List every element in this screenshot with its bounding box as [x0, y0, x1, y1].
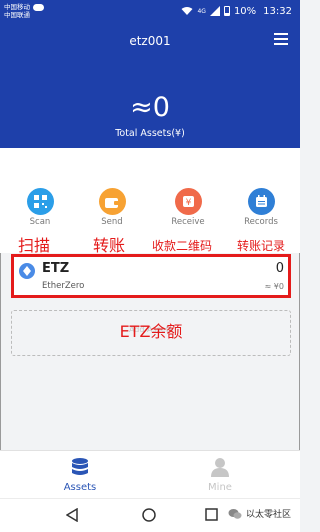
receive-annotation: 收款二维码 [152, 239, 213, 253]
records-button[interactable]: Records [231, 188, 291, 227]
battery-icon [223, 6, 230, 16]
network-type: 4G [197, 7, 206, 15]
user-icon [211, 458, 229, 477]
signal-icon [209, 6, 220, 16]
send-label: Send [101, 217, 123, 227]
tab-assets-label: Assets [63, 482, 97, 493]
tab-mine[interactable]: Mine [185, 457, 255, 493]
calendar-icon [247, 188, 275, 215]
receive-icon: ¥ [174, 188, 202, 215]
cloud-icon [33, 4, 44, 11]
battery-level: 10% [233, 5, 257, 17]
send-annotation: 转账 [93, 236, 126, 255]
bottom-tab-bar: Assets Mine [0, 450, 300, 498]
carrier-line1: 中国移动 [4, 3, 30, 11]
wallet-header: etz001 ≈0 Total Assets(¥) [0, 22, 300, 148]
records-annotation: 转账记录 [237, 239, 286, 253]
asset-fiat-value: ≈ ¥0 [264, 282, 284, 291]
status-bar: 中国移动 中国联通 4G 10% 13:32 [0, 0, 300, 22]
receive-button[interactable]: ¥ Receive [158, 188, 218, 227]
scan-button[interactable]: Scan [10, 188, 70, 227]
send-button[interactable]: Send [82, 188, 142, 227]
watermark: 以太零社区 [224, 505, 294, 522]
carrier-line2: 中国联通 [4, 11, 30, 19]
wechat-icon [228, 508, 242, 519]
back-icon[interactable] [66, 508, 78, 522]
add-asset-area[interactable]: Add Assets ETZ余额 [11, 310, 291, 356]
svg-text:¥: ¥ [185, 198, 191, 208]
asset-balance: 0 [275, 261, 284, 276]
wallet-icon [98, 188, 126, 215]
total-assets-value: ≈0 [130, 92, 170, 123]
watermark-text: 以太零社区 [245, 510, 291, 520]
carrier-info: 中国移动 中国联通 [4, 3, 30, 19]
system-nav-bar: 以太零社区 [0, 498, 300, 532]
asset-row-etz[interactable]: ETZ EtherZero 0 ≈ ¥0 [11, 254, 291, 298]
status-indicators: 4G 10% 13:32 [181, 4, 292, 18]
etz-coin-icon [19, 263, 35, 279]
wifi-icon [181, 7, 193, 15]
clock: 13:32 [263, 5, 292, 17]
action-bar: Scan Send ¥ Receive Records 扫描 转账 收款二维码 … [0, 148, 300, 255]
database-icon [72, 458, 88, 475]
menu-icon[interactable] [274, 33, 288, 45]
total-assets-label: Total Assets(¥) [115, 128, 185, 139]
asset-name: EtherZero [42, 281, 85, 291]
tab-assets[interactable]: Assets [45, 457, 115, 493]
scan-icon [26, 188, 54, 215]
scan-label: Scan [29, 217, 51, 227]
balance-annotation: ETZ余额 [119, 322, 183, 341]
asset-symbol: ETZ [42, 261, 70, 276]
records-label: Records [244, 217, 278, 227]
wallet-name[interactable]: etz001 [0, 34, 300, 48]
home-icon[interactable] [142, 508, 156, 522]
tab-mine-label: Mine [208, 482, 232, 493]
receive-label: Receive [171, 217, 205, 227]
scan-annotation: 扫描 [18, 236, 51, 255]
recents-icon[interactable] [205, 508, 218, 521]
